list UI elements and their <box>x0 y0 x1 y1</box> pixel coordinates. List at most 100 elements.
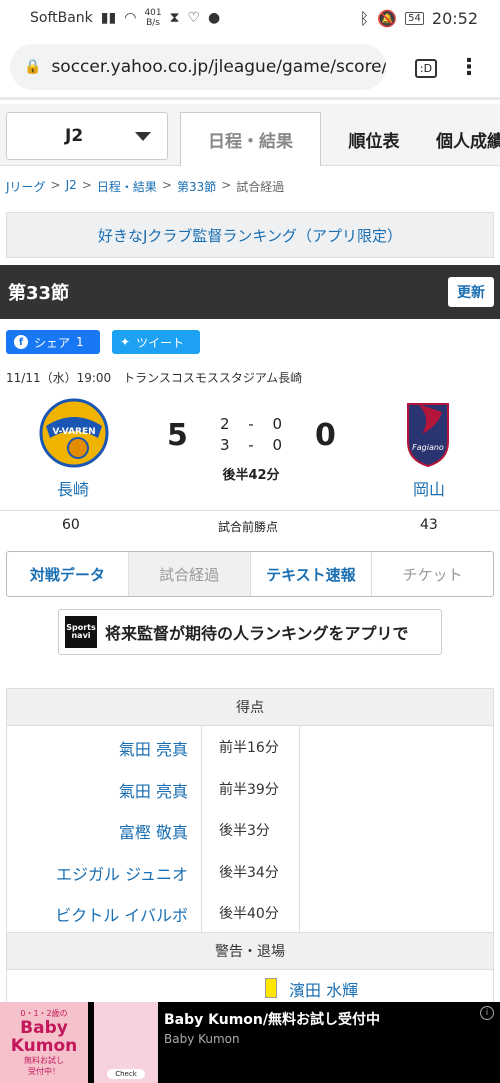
home-team-logo[interactable]: V-VAREN <box>38 398 110 468</box>
breadcrumb-separator: > <box>161 178 172 192</box>
match-info: 11/11（水）19:00 トランスコスモススタジアム長崎 <box>6 371 303 385</box>
tab-match-progress[interactable]: 試合経過 <box>128 552 251 596</box>
kebab-menu-icon[interactable]: ⋮ <box>454 55 484 80</box>
first-half-away: 0 <box>272 415 282 433</box>
breadcrumb: Jリーグ > J2 > 日程・結果 > 第33節 > 試合経過 <box>6 178 284 195</box>
round-header: 第33節 更新 <box>0 265 500 319</box>
ad-img-check: Check <box>107 1069 145 1079</box>
net-speed-value: 401 <box>144 8 162 18</box>
breadcrumb-separator: > <box>81 178 92 192</box>
breadcrumb-j2[interactable]: J2 <box>66 178 77 195</box>
clock: 20:52 <box>431 8 478 28</box>
score-dash: - <box>248 436 254 454</box>
points-label: 試合前勝点 <box>218 520 279 534</box>
page-load-progress <box>0 97 500 100</box>
net-speed-unit: B/s <box>146 18 160 28</box>
ad-img-tag1: 無料お試し <box>24 1056 64 1065</box>
home-team-name[interactable]: 長崎 <box>28 476 118 500</box>
away-score: 0 <box>315 418 336 453</box>
league-select-value: J2 <box>65 126 84 146</box>
tab-live-text[interactable]: テキスト速報 <box>251 552 373 596</box>
tab-schedule-results[interactable]: 日程・結果 <box>180 112 321 166</box>
goal-time: 前半16分 <box>219 740 279 756</box>
url-text: soccer.yahoo.co.jp/jleague/game/score/20… <box>51 57 386 77</box>
tab-tickets[interactable]: チケット <box>372 552 493 596</box>
round-title: 第33節 <box>8 283 70 304</box>
league-select[interactable]: J2 <box>6 112 168 160</box>
match-status: 後半42分 <box>222 468 280 483</box>
breadcrumb-current: 試合経過 <box>236 180 285 194</box>
breadcrumb-schedule[interactable]: 日程・結果 <box>97 178 157 195</box>
twitter-tweet-button[interactable]: ✦ ツイート <box>112 330 200 354</box>
chevron-down-icon <box>135 131 151 141</box>
update-button[interactable]: 更新 <box>448 277 494 307</box>
facebook-share-label: シェア <box>34 335 71 350</box>
pre-match-points-row: 60 試合前勝点 43 <box>0 510 500 538</box>
second-half-home: 3 <box>220 436 230 454</box>
goal-row: エジガル ジュニオ 後半34分 <box>7 851 493 893</box>
browser-toolbar: 🔒 soccer.yahoo.co.jp/jleague/game/score/… <box>0 36 500 98</box>
breadcrumb-round[interactable]: 第33節 <box>177 178 216 195</box>
app-promo-button[interactable]: Sports navi 将来監督が期待の人ランキングをアプリで <box>58 609 442 655</box>
tweet-label: ツイート <box>136 335 185 350</box>
twitter-icon: ✦ <box>120 335 131 349</box>
cards-header: 警告・退場 <box>6 932 494 970</box>
away-team-logo[interactable]: Fagiano <box>392 398 464 468</box>
ad-title: Baby Kumon/無料お試し受付中 <box>164 1012 380 1028</box>
score-dash: - <box>248 415 254 433</box>
breadcrumb-jleague[interactable]: Jリーグ <box>6 178 46 195</box>
lock-icon: 🔒 <box>24 59 42 75</box>
away-logo-text: Fagiano <box>412 443 444 452</box>
goal-player[interactable]: 氣田 亮真 <box>119 778 188 802</box>
home-score: 5 <box>167 418 188 453</box>
battery-indicator: 54 <box>405 11 424 25</box>
home-points: 60 <box>62 517 80 533</box>
league-nav: J2 日程・結果 順位表 個人成績 <box>0 104 500 166</box>
ad-image-brand: 0・1・2歳の Baby Kumon 無料お試し 受付中！ <box>0 1002 88 1083</box>
second-half-away: 0 <box>272 436 282 454</box>
away-team-name[interactable]: 岡山 <box>384 476 474 500</box>
breadcrumb-separator: > <box>50 178 61 192</box>
ad-image-bear: Check <box>94 1002 158 1083</box>
mute-icon: 🔕 <box>377 8 398 28</box>
facebook-share-count: 1 <box>76 335 84 349</box>
away-points: 43 <box>420 517 438 533</box>
goal-row: 氣田 亮真 前半39分 <box>7 768 493 810</box>
tab-player-stats[interactable]: 個人成績 <box>426 112 500 166</box>
wifi-icon: ◠ <box>124 10 137 26</box>
goal-time: 後半3分 <box>219 823 270 840</box>
goal-row: ビクトル イバルボ 後半40分 <box>7 892 493 934</box>
yellow-card-icon <box>265 978 277 998</box>
sportsnavi-logo: Sports navi <box>65 616 97 648</box>
ranking-banner-link[interactable]: 好きなJクラブ監督ランキング（アプリ限定） <box>6 212 494 258</box>
heartbeat-icon: ♡ <box>187 10 201 26</box>
goal-player[interactable]: ビクトル イバルボ <box>55 902 188 926</box>
goal-time: 後半34分 <box>219 864 279 881</box>
goal-player[interactable]: 富樫 敬真 <box>119 819 188 843</box>
ad-img-brand-2: Kumon <box>10 1036 78 1056</box>
tab-switcher-button[interactable]: :D <box>406 57 446 78</box>
goal-player[interactable]: エジガル ジュニオ <box>56 861 188 885</box>
goal-player[interactable]: 氣田 亮真 <box>119 736 188 760</box>
url-bar[interactable]: 🔒 soccer.yahoo.co.jp/jleague/game/score/… <box>10 44 386 90</box>
goal-row: 富樫 敬真 後半3分 <box>7 809 493 851</box>
ad-subtitle: Baby Kumon <box>164 1032 240 1046</box>
goal-time: 後半40分 <box>219 906 279 923</box>
signal-icon: ▮▮ <box>100 10 117 26</box>
first-half-score: 2 - 0 <box>220 415 282 433</box>
info-icon[interactable]: i <box>480 1006 494 1020</box>
card-player[interactable]: 濱田 水輝 <box>289 977 358 1001</box>
net-speed: 401 B/s <box>144 8 161 28</box>
ad-banner[interactable]: 0・1・2歳の Baby Kumon 無料お試し 受付中！ Check Baby… <box>0 1002 500 1083</box>
home-logo-text: V-VAREN <box>52 427 95 437</box>
second-half-score: 3 - 0 <box>220 436 282 454</box>
facebook-share-button[interactable]: f シェア 1 <box>6 330 100 354</box>
tab-standings[interactable]: 順位表 <box>322 112 426 166</box>
goal-row: 氣田 亮真 前半16分 <box>7 726 493 768</box>
ad-img-brand-1: Baby <box>20 1018 68 1038</box>
tab-switcher-icon: :D <box>414 58 438 78</box>
tab-head-to-head[interactable]: 対戦データ <box>7 552 129 596</box>
carrier-label: SoftBank <box>30 10 93 26</box>
status-bar: SoftBank ▮▮ ◠ 401 B/s ⧗ ♡ ● ᛒ 🔕 54 20:52 <box>0 0 500 36</box>
bluetooth-icon: ᛒ <box>359 8 370 28</box>
